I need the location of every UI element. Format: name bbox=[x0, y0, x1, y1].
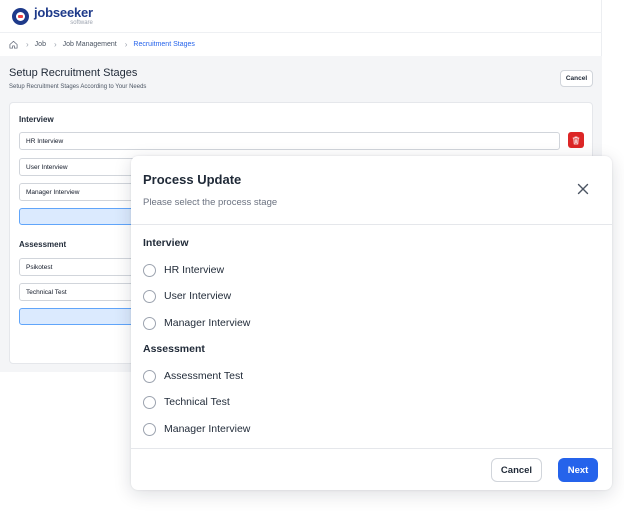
interview-section-title: Interview bbox=[19, 115, 54, 124]
page-subtitle: Setup Recruitment Stages According to Yo… bbox=[9, 84, 147, 90]
close-icon[interactable] bbox=[576, 182, 590, 196]
home-icon[interactable] bbox=[9, 40, 18, 49]
page-cancel-button[interactable]: Cancel bbox=[560, 70, 593, 87]
option-label: Manager Interview bbox=[164, 423, 251, 435]
breadcrumb-recruitment-stages[interactable]: Recruitment Stages bbox=[133, 41, 194, 48]
modal-header-divider bbox=[131, 224, 612, 225]
radio-button[interactable] bbox=[143, 263, 156, 277]
modal-subtitle: Please select the process stage bbox=[143, 197, 278, 208]
modal-footer-divider bbox=[131, 448, 612, 449]
option-label: Technical Test bbox=[164, 396, 230, 408]
radio-button[interactable] bbox=[143, 289, 156, 303]
option-assessment-test[interactable]: Assessment Test bbox=[143, 368, 243, 384]
option-technical-test[interactable]: Technical Test bbox=[143, 394, 230, 410]
option-label: User Interview bbox=[164, 290, 232, 302]
modal-group-assessment-title: Assessment bbox=[143, 343, 205, 355]
process-update-modal: Process Update Please select the process… bbox=[131, 156, 612, 490]
option-hr-interview[interactable]: HR Interview bbox=[143, 262, 224, 278]
breadcrumb-job[interactable]: Job bbox=[35, 41, 46, 48]
topbar: jobseeker software bbox=[0, 0, 601, 32]
page-title: Setup Recruitment Stages bbox=[9, 67, 138, 79]
logo-name: jobseeker bbox=[34, 5, 93, 20]
breadcrumb: › Job › Job Management › Recruitment Sta… bbox=[0, 32, 602, 56]
radio-button[interactable] bbox=[143, 369, 156, 383]
assessment-section-title: Assessment bbox=[19, 240, 67, 249]
radio-button[interactable] bbox=[143, 422, 156, 436]
stage-field-hr-interview[interactable]: HR Interview bbox=[19, 132, 560, 150]
delete-stage-button[interactable] bbox=[568, 132, 584, 148]
breadcrumb-separator-icon: › bbox=[124, 40, 128, 49]
logo-tagline: software bbox=[70, 20, 93, 26]
trash-icon bbox=[572, 136, 580, 144]
modal-group-interview-title: Interview bbox=[143, 237, 189, 249]
option-manager-interview-assessment[interactable]: Manager Interview bbox=[143, 421, 250, 437]
breadcrumb-job-management[interactable]: Job Management bbox=[63, 41, 117, 48]
logo[interactable]: jobseeker software bbox=[34, 6, 93, 26]
option-label: Manager Interview bbox=[164, 317, 251, 329]
radio-button[interactable] bbox=[143, 316, 156, 330]
option-label: Assessment Test bbox=[164, 370, 244, 382]
breadcrumb-separator-icon: › bbox=[26, 40, 29, 49]
option-manager-interview[interactable]: Manager Interview bbox=[143, 315, 250, 331]
modal-title: Process Update bbox=[143, 172, 242, 187]
modal-next-button[interactable]: Next bbox=[558, 458, 598, 482]
radio-button[interactable] bbox=[143, 395, 156, 409]
modal-cancel-button[interactable]: Cancel bbox=[491, 458, 542, 482]
option-label: HR Interview bbox=[164, 264, 225, 276]
breadcrumb-separator-icon: › bbox=[53, 40, 57, 49]
option-user-interview[interactable]: User Interview bbox=[143, 288, 231, 304]
jobseeker-logo-icon bbox=[12, 7, 29, 25]
